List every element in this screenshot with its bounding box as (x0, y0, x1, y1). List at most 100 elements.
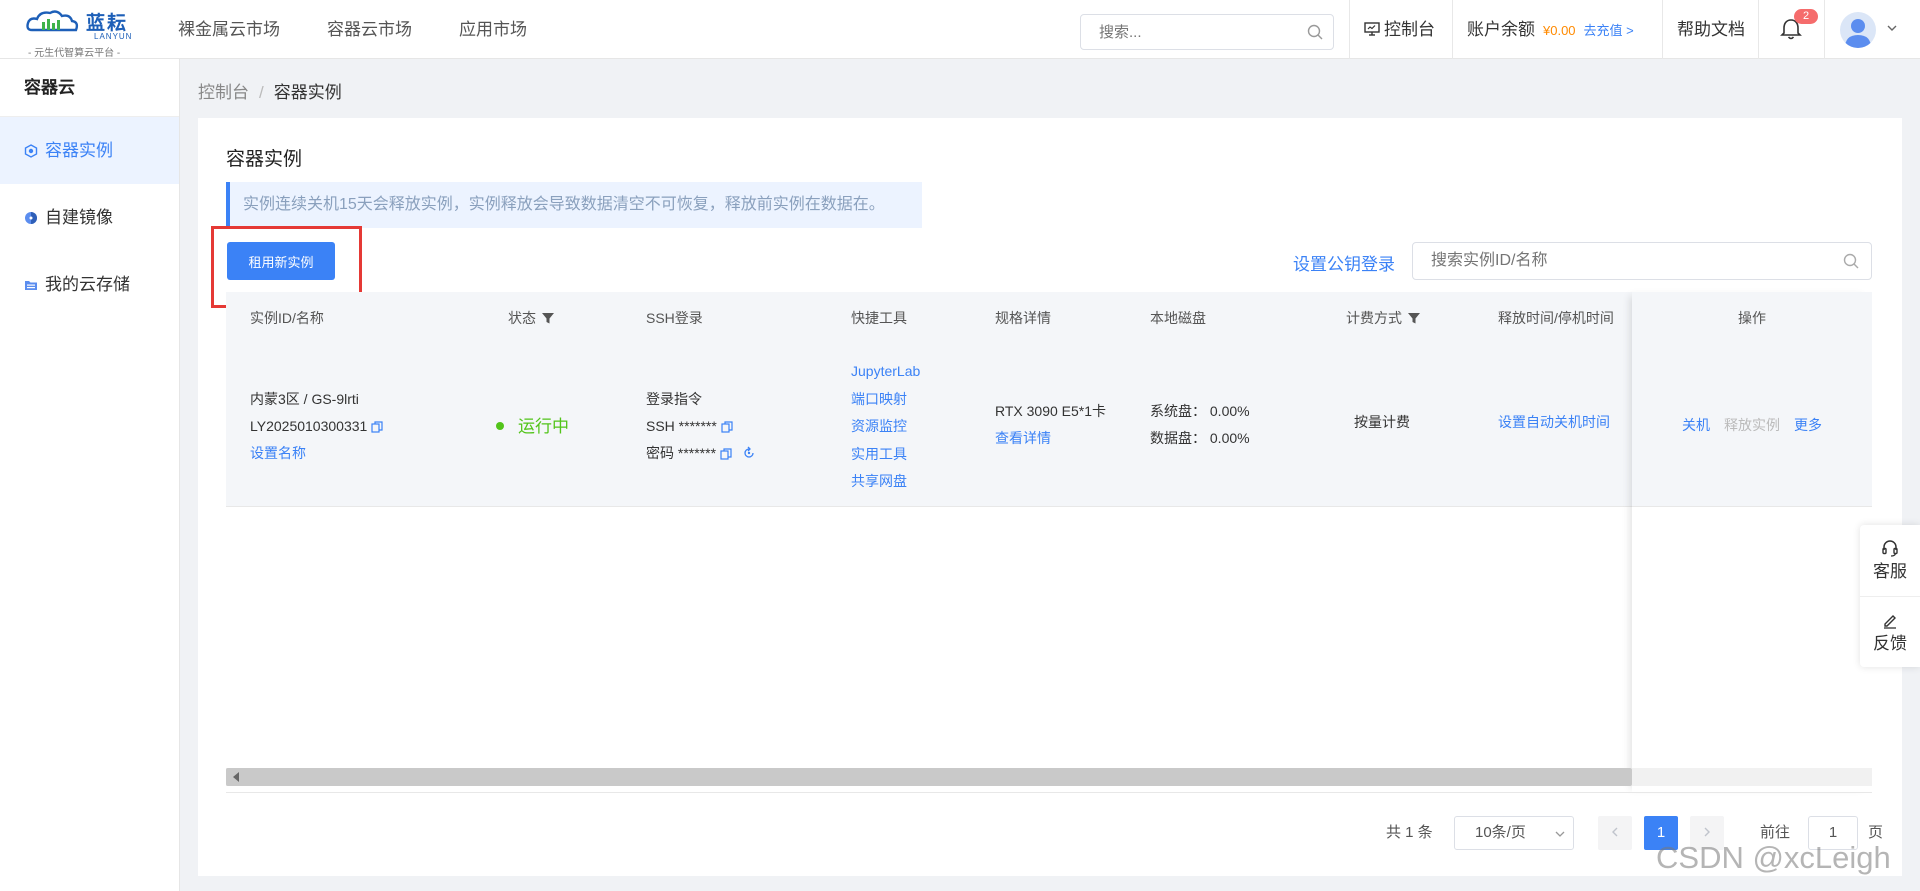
logo[interactable]: 蓝耘 LANYUN - 元生代智算云平台 - (24, 6, 134, 59)
page-size-select[interactable]: 10条/页 (1454, 816, 1574, 850)
recharge-link[interactable]: 去充值 > (1584, 23, 1634, 38)
customer-service-label: 客服 (1873, 562, 1907, 581)
search-icon[interactable] (1843, 253, 1859, 269)
column-header-billing[interactable]: 计费方式 (1346, 292, 1420, 344)
cloud-logo-icon (26, 10, 79, 32)
tool-port-mapping-link[interactable]: 端口映射 (851, 386, 920, 414)
table-row: 内蒙3区 / GS-9lrti LY2025010300331 设置名称 运行中… (226, 344, 1872, 507)
ssh-password-line: 密码 ******* (646, 440, 756, 467)
chevron-left-icon (1612, 827, 1618, 837)
divider (1662, 0, 1663, 59)
chevron-down-icon[interactable] (1886, 22, 1898, 34)
system-disk-usage: 系统盘： 0.00% (1150, 403, 1250, 419)
operations-row: 关机 释放实例 更多 (1632, 344, 1872, 507)
more-actions-button[interactable]: 更多 (1794, 415, 1822, 435)
cube-icon (24, 143, 38, 158)
folder-icon (25, 280, 37, 290)
ssh-cell: 登录指令 SSH ******* 密码 ******* (646, 386, 756, 467)
watermark: CSDN @xcLeigh (1656, 840, 1891, 875)
release-instance-button[interactable]: 释放实例 (1724, 415, 1780, 435)
brand-name: 蓝耘 (86, 13, 129, 34)
column-header: 规格详情 (995, 310, 1051, 326)
status-cell: 运行中 (496, 412, 569, 437)
data-disk-usage: 数据盘： 0.00% (1150, 430, 1250, 446)
filter-icon[interactable] (542, 312, 554, 324)
prev-page-button[interactable] (1598, 816, 1632, 850)
column-header-label: 计费方式 (1346, 310, 1402, 326)
instances-card: 容器实例 实例连续关机15天会释放实例，实例释放会导致数据清空不可恢复，释放前实… (198, 118, 1902, 876)
notification-badge: 2 (1794, 9, 1818, 24)
chevron-right-icon (1704, 827, 1710, 837)
tool-resource-monitor-link[interactable]: 资源监控 (851, 413, 920, 441)
instance-search-input[interactable] (1413, 243, 1813, 279)
tool-jupyterlab-link[interactable]: JupyterLab (851, 358, 920, 386)
column-header: 快捷工具 (851, 310, 907, 326)
billing-mode: 按量计费 (1354, 414, 1410, 430)
feedback-button[interactable]: 反馈 (1860, 596, 1920, 667)
customer-service-button[interactable]: 客服 (1860, 525, 1920, 596)
nav-app-market[interactable]: 应用市场 (459, 0, 527, 59)
sidebar-item-container-instances[interactable]: 容器实例 (0, 117, 179, 184)
breadcrumb: 控制台 / 容器实例 (198, 78, 342, 103)
user-icon (1845, 19, 1871, 48)
search-icon[interactable] (1307, 24, 1323, 40)
divider (1452, 0, 1453, 59)
table-header: 实例ID/名称 状态 SSH登录 快捷工具 规格详情 本地磁盘 计费方式 释放时… (226, 292, 1872, 344)
balance-value: ¥0.00 (1543, 23, 1576, 38)
status-text: 运行中 (518, 417, 569, 436)
chevron-down-icon (1555, 831, 1565, 837)
account-balance: 账户余额 ¥0.00 去充值 > (1467, 0, 1634, 59)
tools-cell: JupyterLab 端口映射 资源监控 实用工具 共享网盘 (851, 358, 920, 496)
sidebar-item-label: 自建镜像 (45, 208, 113, 227)
reset-password-icon[interactable] (742, 446, 756, 460)
shutdown-button[interactable]: 关机 (1682, 415, 1710, 435)
breadcrumb-current: 容器实例 (273, 83, 342, 102)
set-public-key-link[interactable]: 设置公钥登录 (1293, 250, 1395, 275)
copy-icon[interactable] (720, 448, 732, 460)
global-search-input[interactable] (1081, 15, 1291, 49)
column-header-status[interactable]: 状态 (508, 292, 554, 344)
console-link[interactable]: 控制台 (1364, 0, 1435, 59)
set-auto-shutdown-link[interactable]: 设置自动关机时间 (1498, 412, 1610, 432)
disk-cell: 系统盘： 0.00% 数据盘： 0.00% (1150, 398, 1250, 452)
balance-label: 账户余额 (1467, 20, 1535, 39)
sidebar-item-custom-images[interactable]: 自建镜像 (0, 184, 179, 251)
copy-icon[interactable] (721, 421, 733, 433)
set-name-link[interactable]: 设置名称 (250, 440, 383, 467)
scroll-left-icon[interactable] (232, 772, 240, 782)
nav-container-market[interactable]: 容器云市场 (327, 0, 412, 59)
sidebar-title: 容器云 (0, 59, 179, 117)
column-header-label: 状态 (508, 310, 536, 326)
tool-shared-drive-link[interactable]: 共享网盘 (851, 468, 920, 496)
nav-bare-metal-market[interactable]: 裸金属云市场 (178, 0, 280, 59)
sidebar-item-cloud-storage[interactable]: 我的云存储 (0, 251, 179, 318)
column-header: 实例ID/名称 (250, 310, 324, 326)
edit-icon (1884, 614, 1896, 629)
ssh-password: 密码 ******* (646, 445, 717, 461)
instance-search (1412, 242, 1872, 280)
spec-text: RTX 3090 E5*1卡 (995, 403, 1107, 419)
copy-icon[interactable] (371, 421, 383, 433)
top-nav: 裸金属云市场 容器云市场 应用市场 (178, 0, 574, 59)
feedback-label: 反馈 (1873, 633, 1907, 653)
help-docs-link[interactable]: 帮助文档 (1677, 0, 1745, 59)
instance-id-cell: 内蒙3区 / GS-9lrti LY2025010300331 设置名称 (250, 386, 383, 467)
breadcrumb-console[interactable]: 控制台 (198, 83, 249, 102)
breadcrumb-separator: / (259, 83, 264, 102)
view-details-link[interactable]: 查看详情 (995, 425, 1106, 452)
rent-new-instance-button[interactable]: 租用新实例 (227, 242, 335, 280)
filter-icon[interactable] (1408, 312, 1420, 324)
ssh-command-line: SSH ******* (646, 413, 756, 440)
column-header: SSH登录 (646, 310, 703, 326)
sidebar-item-label: 容器实例 (45, 141, 113, 160)
instance-region-name: 内蒙3区 / GS-9lrti (250, 391, 359, 407)
floating-service-bar: 客服 反馈 (1860, 525, 1920, 667)
tool-utilities-link[interactable]: 实用工具 (851, 441, 920, 469)
horizontal-scrollbar-thumb[interactable] (226, 768, 1632, 786)
page-title: 容器实例 (226, 149, 303, 170)
divider (1758, 0, 1759, 59)
column-header: 本地磁盘 (1150, 310, 1206, 326)
avatar[interactable] (1840, 12, 1876, 48)
instance-id: LY2025010300331 (250, 418, 368, 434)
headset-icon (1882, 540, 1898, 557)
